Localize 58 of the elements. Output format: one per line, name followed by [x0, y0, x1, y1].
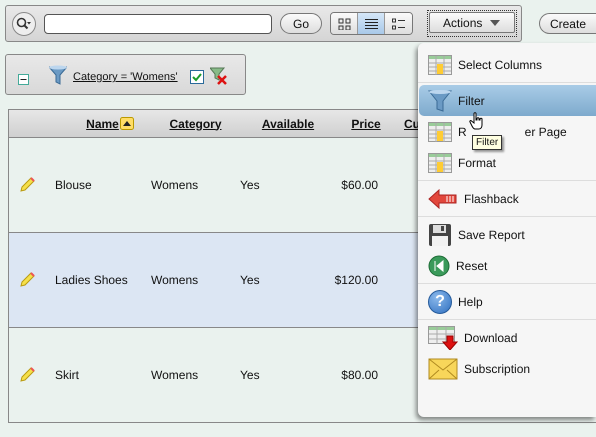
remove-filter-icon[interactable]	[210, 67, 228, 85]
view-mode-button[interactable]	[385, 13, 412, 34]
caret-icon[interactable]	[490, 20, 500, 26]
collapse-icon[interactable]	[18, 74, 29, 85]
view-mode-button[interactable]	[358, 13, 386, 34]
column-header-link[interactable]: Name	[86, 116, 119, 130]
table-grid-icon	[428, 54, 452, 74]
menu-item[interactable]: Download	[464, 330, 518, 344]
tooltip: Filter	[472, 135, 502, 150]
menu-item[interactable]: er Page	[524, 124, 567, 138]
pencil-icon[interactable]	[19, 272, 35, 288]
detail-view-icon[interactable]	[392, 18, 406, 30]
grid-view-icon[interactable]	[338, 18, 351, 30]
list-view-icon[interactable]	[364, 18, 378, 30]
table-grid-icon	[428, 152, 452, 172]
funnel-icon	[49, 64, 67, 84]
table-cell-text: Skirt	[55, 368, 80, 382]
table-cell-text: $120.00	[334, 273, 378, 287]
download-arrow-icon	[428, 326, 458, 350]
menu-item[interactable]: Subscription	[464, 362, 530, 376]
go-button[interactable]: Go	[280, 13, 322, 34]
menu-item[interactable]: Filter	[458, 94, 485, 108]
create-button[interactable]: Create	[538, 13, 596, 34]
hand-pointer-icon	[469, 112, 483, 130]
table-cell-text: Yes	[240, 273, 261, 287]
checkbox[interactable]	[190, 70, 204, 84]
menu-item[interactable]: R	[458, 124, 467, 138]
help-icon: ?	[428, 290, 452, 314]
column-header-link[interactable]: Price	[351, 116, 381, 130]
menu-item[interactable]: Help	[458, 294, 483, 308]
funnel-icon	[428, 88, 452, 112]
rewind-icon	[428, 254, 450, 276]
table-grid-icon	[428, 122, 452, 142]
table-cell-text: $60.00	[340, 178, 378, 192]
menu-item[interactable]: Reset	[456, 258, 488, 272]
menu-item[interactable]: Format	[458, 156, 496, 170]
table-cell-text: $80.00	[340, 368, 378, 382]
column-header-link[interactable]: Available	[262, 116, 314, 130]
search-field[interactable]	[44, 14, 272, 34]
table-cell-text: Blouse	[55, 178, 93, 192]
search-icon	[16, 16, 32, 30]
menu-item[interactable]: Select Columns	[458, 58, 542, 72]
pencil-icon[interactable]	[19, 177, 35, 193]
actions-menu-button[interactable]: Actions	[429, 12, 516, 33]
table-cell-text: Yes	[240, 368, 261, 382]
table-cell-text: Ladies Shoes	[55, 273, 129, 287]
filter-link[interactable]: Category = 'Womens'	[73, 71, 178, 83]
table-cell-text: Womens	[151, 273, 200, 287]
table-cell-text: Womens	[151, 368, 200, 382]
search-menu-button[interactable]	[12, 12, 36, 36]
menu-item[interactable]: Flashback	[464, 192, 519, 206]
left-arrow-icon	[428, 188, 458, 208]
table-cell-text: Womens	[151, 178, 200, 192]
table-cell-text: Yes	[240, 178, 261, 192]
column-header-link[interactable]: Category	[169, 116, 222, 130]
view-mode-button[interactable]	[331, 13, 358, 34]
pencil-icon[interactable]	[19, 367, 35, 383]
envelope-icon	[428, 358, 458, 380]
